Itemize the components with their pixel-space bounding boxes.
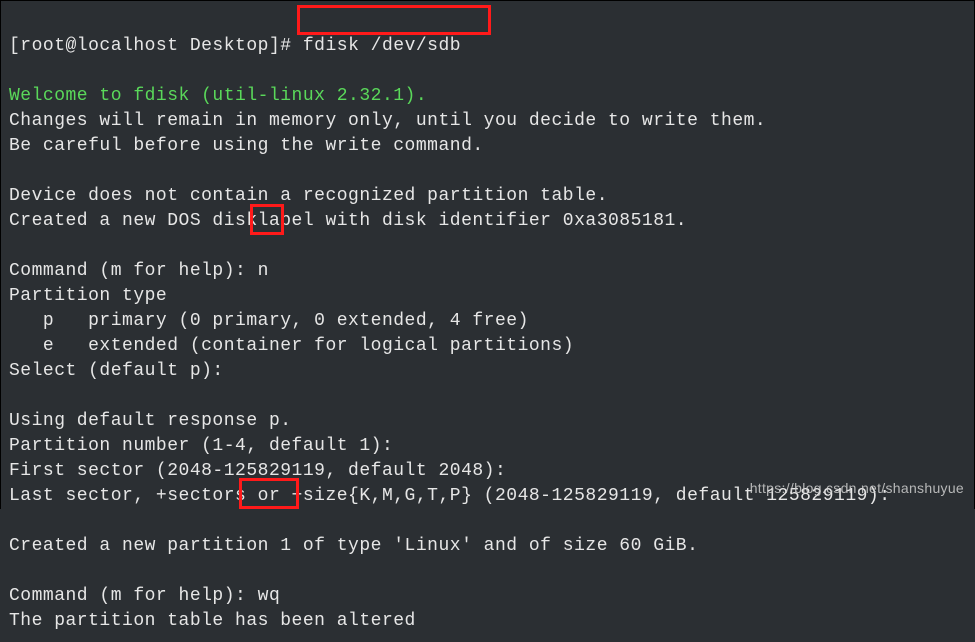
partition-type-option: e extended (container for logical partit… (9, 336, 574, 356)
user-input-n: n (258, 261, 269, 281)
partition-type-header: Partition type (9, 286, 167, 306)
fdisk-prompt: Command (m for help): (9, 586, 258, 606)
user-input-wq: wq (258, 586, 281, 606)
partition-number-prompt: Partition number (1-4, default 1): (9, 436, 393, 456)
info-line: Created a new DOS disklabel with disk id… (9, 211, 687, 231)
info-line: Changes will remain in memory only, unti… (9, 111, 766, 131)
altered-line: The partition table has been altered (9, 611, 416, 631)
terminal-output[interactable]: [root@localhost Desktop]# fdisk /dev/sdb… (1, 1, 974, 642)
shell-prompt: [root@localhost Desktop]# (9, 36, 303, 56)
watermark: https://blog.csdn.net/shanshuyue (750, 480, 964, 496)
fdisk-prompt: Command (m for help): (9, 261, 258, 281)
first-sector-prompt: First sector (2048-125829119, default 20… (9, 461, 506, 481)
info-line: Be careful before using the write comman… (9, 136, 484, 156)
created-line: Created a new partition 1 of type 'Linux… (9, 536, 698, 556)
shell-command: fdisk /dev/sdb (303, 36, 461, 56)
info-line: Device does not contain a recognized par… (9, 186, 608, 206)
welcome-line: Welcome to fdisk (util-linux 2.32.1). (9, 86, 427, 106)
select-prompt: Select (default p): (9, 361, 224, 381)
response-line: Using default response p. (9, 411, 292, 431)
partition-type-option: p primary (0 primary, 0 extended, 4 free… (9, 311, 529, 331)
